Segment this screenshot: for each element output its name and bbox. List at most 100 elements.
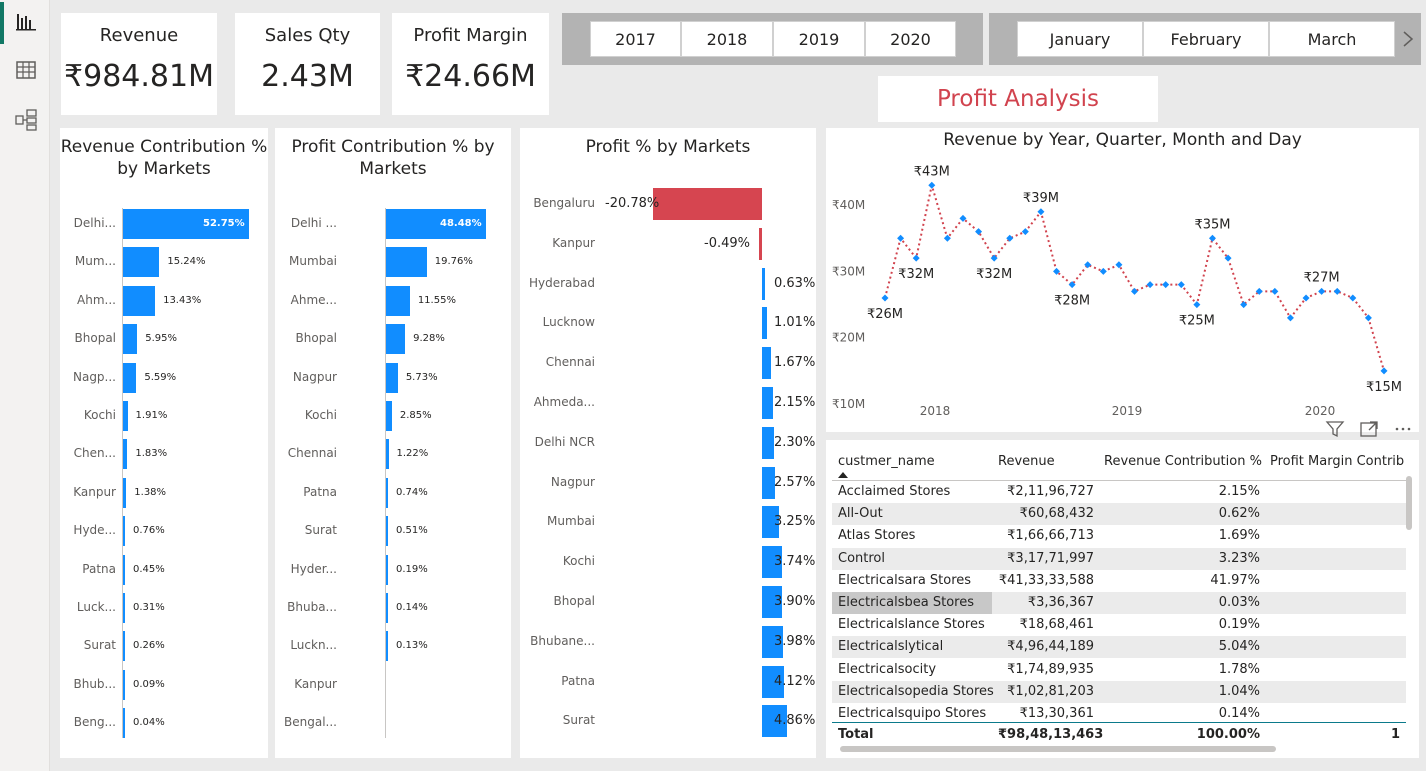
data-point-marker[interactable]	[1333, 287, 1341, 295]
cell-revenue-contribution: 3.23%	[1218, 550, 1260, 566]
table-row[interactable]: Control ₹3,17,71,997 3.23%	[832, 547, 1406, 570]
kpi-card-profit-margin: Profit Margin ₹24.66M	[392, 13, 549, 115]
cell-customer-name: Atlas Stores	[838, 528, 916, 544]
bar[interactable]	[123, 593, 125, 623]
table-vertical-scrollbar[interactable]	[1406, 476, 1412, 530]
bar[interactable]	[762, 426, 775, 459]
column-header-revenue-contribution[interactable]: Revenue Contribution %	[1104, 454, 1262, 469]
year-2020-button[interactable]: 2020	[865, 21, 956, 57]
cell-revenue-contribution: 5.04%	[1218, 639, 1260, 655]
bar[interactable]	[386, 401, 392, 431]
table-row[interactable]: Electricalsara Stores ₹41,33,33,588 41.97%	[832, 569, 1406, 592]
data-point-marker[interactable]	[1084, 261, 1092, 269]
data-point-marker[interactable]	[912, 254, 920, 262]
data-point-marker[interactable]	[1162, 281, 1170, 289]
bar[interactable]	[653, 188, 762, 220]
table-row[interactable]: Electricalsocity ₹1,74,89,935 1.78%	[832, 658, 1406, 681]
year-2017-button[interactable]: 2017	[590, 21, 681, 57]
bar[interactable]	[386, 324, 406, 355]
bar[interactable]	[123, 247, 160, 278]
data-label: ₹32M	[976, 267, 1012, 282]
month-january-button[interactable]: January	[1017, 21, 1143, 57]
table-row[interactable]: Electricalslytical ₹4,96,44,189 5.04%	[832, 636, 1406, 659]
bar[interactable]	[759, 227, 762, 260]
column-header-revenue[interactable]: Revenue	[998, 454, 1055, 469]
bar[interactable]	[762, 267, 766, 300]
cell-revenue-contribution: 41.97%	[1210, 572, 1260, 588]
bar[interactable]	[123, 477, 127, 508]
cell-customer-name: Electricalsquipo Stores	[838, 706, 987, 721]
total-row: Total ₹98,48,13,463 100.00% 1	[832, 724, 1406, 744]
model-view-icon[interactable]	[14, 108, 38, 132]
data-point-marker[interactable]	[1037, 208, 1045, 216]
data-point-marker[interactable]	[928, 181, 936, 189]
bar[interactable]	[762, 387, 774, 419]
data-point-marker[interactable]	[1099, 267, 1107, 275]
year-2019-button[interactable]: 2019	[773, 21, 865, 57]
bar[interactable]	[386, 477, 388, 508]
bar-value-label: 15.24%	[167, 256, 206, 268]
table-view-icon[interactable]	[14, 58, 38, 82]
chevron-right-icon[interactable]	[1401, 29, 1415, 49]
bar[interactable]	[386, 439, 389, 470]
data-point-marker[interactable]	[1349, 294, 1357, 302]
bar[interactable]	[123, 439, 128, 470]
bar-value-label: 19.76%	[434, 256, 473, 268]
data-point-marker[interactable]	[881, 294, 889, 302]
bar[interactable]	[386, 247, 427, 278]
bar[interactable]	[123, 516, 125, 547]
data-point-marker[interactable]	[1021, 228, 1029, 236]
bar[interactable]	[762, 307, 768, 340]
chart-title: Revenue Contribution % by Markets	[60, 137, 268, 179]
cell-customer-name: Electricalsara Stores	[838, 572, 972, 588]
month-february-button[interactable]: February	[1143, 21, 1269, 57]
bar-value-label: 0.19%	[396, 563, 428, 575]
data-point-marker[interactable]	[1380, 367, 1388, 375]
data-point-marker[interactable]	[1302, 294, 1310, 302]
kpi-value: 2.43M	[261, 59, 354, 94]
table-row[interactable]: Electricalslance Stores ₹18,68,461 0.19%	[832, 614, 1406, 637]
year-2018-button[interactable]: 2018	[681, 21, 773, 57]
month-march-button[interactable]: March	[1269, 21, 1395, 57]
column-header-profit-margin[interactable]: Profit Margin Contrib	[1270, 454, 1404, 469]
data-point-marker[interactable]	[1318, 287, 1326, 295]
bar[interactable]	[386, 631, 388, 662]
bar[interactable]	[386, 362, 398, 393]
bar-value-label: 3.25%	[774, 514, 816, 530]
data-point-marker[interactable]	[1131, 287, 1138, 295]
bar[interactable]	[762, 347, 771, 380]
data-point-marker[interactable]	[1208, 234, 1216, 242]
table-row[interactable]: Atlas Stores ₹1,66,66,713 1.69%	[832, 525, 1406, 548]
bar[interactable]	[123, 708, 125, 739]
bar-category-label: Patna	[561, 673, 595, 688]
bar-value-label: 0.76%	[133, 525, 165, 537]
table-row[interactable]: Electricalsopedia Stores ₹1,02,81,203 1.04…	[832, 680, 1406, 703]
bar[interactable]	[123, 669, 125, 700]
revenue-line-chart: Revenue by Year, Quarter, Month and Day …	[826, 128, 1419, 432]
bar[interactable]	[386, 554, 388, 585]
bar[interactable]	[123, 285, 156, 316]
focus-mode-icon[interactable]	[1358, 418, 1380, 440]
data-point-marker[interactable]	[1177, 281, 1185, 289]
bar[interactable]	[386, 516, 388, 547]
bar[interactable]	[123, 554, 125, 585]
table-row[interactable]: Electricalsquipo Stores ₹13,30,361 0.14%	[832, 703, 1406, 723]
data-point-marker[interactable]	[1146, 281, 1154, 289]
bar-category-label: Chennai	[287, 446, 337, 461]
bar[interactable]	[123, 401, 128, 431]
column-header-customer[interactable]: custmer_name	[838, 454, 935, 469]
report-view-icon[interactable]	[14, 10, 38, 34]
table-row[interactable]: Electricalsbea Stores ₹3,36,367 0.03%	[832, 592, 1406, 614]
data-point-marker[interactable]	[1193, 301, 1201, 309]
table-row[interactable]: Acclaimed Stores ₹2,11,96,727 2.15%	[832, 481, 1406, 503]
table-row[interactable]: All-Out ₹60,68,432 0.62%	[832, 503, 1406, 526]
bar[interactable]	[123, 631, 125, 662]
more-options-icon[interactable]	[1392, 418, 1414, 440]
bar[interactable]	[123, 362, 137, 393]
bar[interactable]	[386, 593, 388, 623]
bar[interactable]	[386, 285, 410, 316]
filter-icon[interactable]	[1324, 418, 1346, 440]
table-horizontal-scrollbar[interactable]	[840, 746, 1276, 752]
data-point-marker[interactable]	[1271, 287, 1279, 295]
bar[interactable]	[123, 324, 138, 355]
